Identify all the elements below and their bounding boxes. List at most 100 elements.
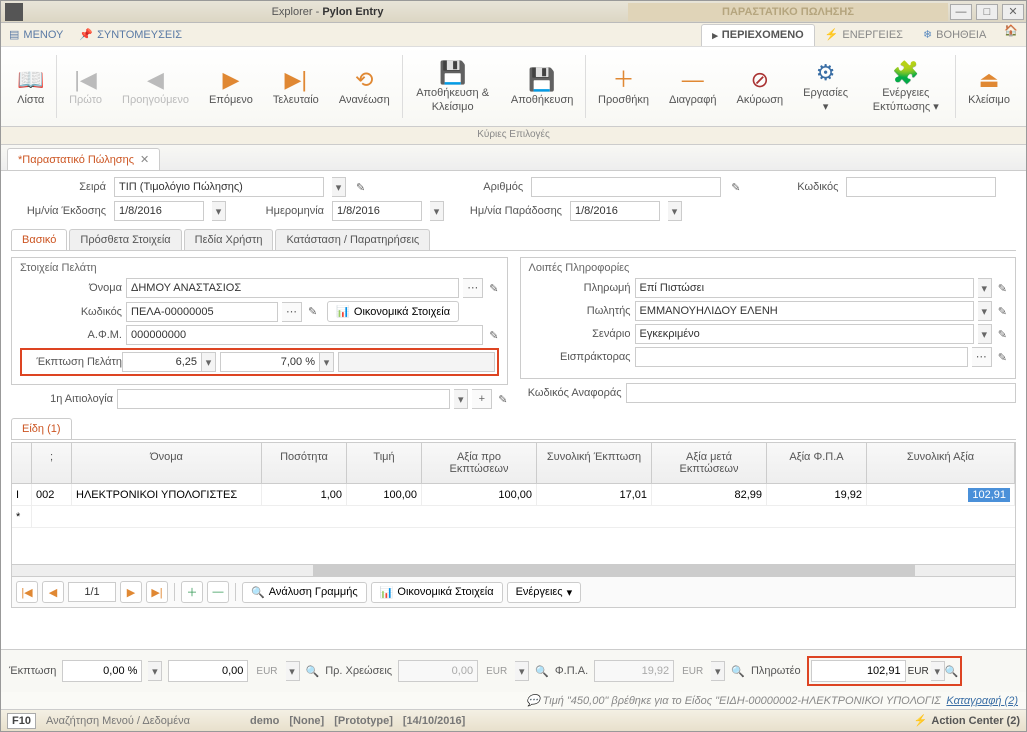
pin-icon[interactable]: ✎ [998,328,1007,341]
prev-dd[interactable]: ▾ [515,661,529,681]
reason-input[interactable] [117,389,450,409]
date-dropdown[interactable]: ▾ [430,201,444,221]
subtab-extra[interactable]: Πρόσθετα Στοιχεία [69,229,181,250]
new-row[interactable]: * [12,506,1015,528]
pin-icon[interactable]: ✎ [498,393,507,406]
pin-icon[interactable]: ✎ [356,181,365,194]
search-icon[interactable]: 🔍 [306,665,320,678]
issue-date-input[interactable] [114,201,204,221]
financial-data-button[interactable]: 📊Οικονομικά Στοιχεία [327,301,459,322]
nav-last-button[interactable]: ▶| [146,581,168,603]
cell-code[interactable]: 002 [32,484,72,505]
afm-input[interactable] [126,325,483,345]
disc2-dropdown[interactable]: ▾ [320,352,334,372]
qty-col[interactable]: Ποσότητα [262,443,347,483]
code-input[interactable] [846,177,996,197]
minimize-button[interactable]: — [950,4,972,20]
series-input[interactable] [114,177,324,197]
issue-date-dropdown[interactable]: ▾ [212,201,226,221]
maximize-button[interactable]: □ [976,4,998,20]
list-button[interactable]: 📖Λίστα [7,51,54,122]
f10-badge[interactable]: F10 [7,713,36,729]
disc-col[interactable]: Συνολική Έκπτωση [537,443,652,483]
nav-first-button[interactable]: |◀ [16,581,38,603]
first-button[interactable]: |◀Πρώτο [59,51,112,122]
cust-disc1-input[interactable] [122,352,202,372]
pin-icon[interactable]: ✎ [489,282,498,295]
pin-icon[interactable]: ✎ [308,305,317,318]
add-button[interactable]: ＋Προσθήκη [588,51,659,122]
refcode-input[interactable] [626,383,1017,403]
total-col[interactable]: Συνολική Αξία [867,443,1015,483]
cust-disc2-input[interactable] [220,352,320,372]
lookup-icon[interactable]: ⋯ [972,347,992,367]
tot-payable[interactable] [811,660,906,682]
payment-input[interactable] [635,278,974,298]
add-icon[interactable]: + [472,389,492,409]
search-icon[interactable]: 🔍 [535,665,549,678]
financial-button[interactable]: 📊Οικονομικά Στοιχεία [371,582,503,603]
subtab-status[interactable]: Κατάσταση / Παρατηρήσεις [275,229,430,250]
vat-col[interactable]: Αξία Φ.Π.Α [767,443,867,483]
nav-next-button[interactable]: ▶ [120,581,142,603]
reason-dropdown[interactable]: ▾ [454,389,468,409]
cell-name[interactable]: ΗΛΕΚΤΡΟΝΙΚΟΙ ΥΠΟΛΟΓΙΣΤΕΣ [72,484,262,505]
status-search[interactable]: Αναζήτηση Μενού / Δεδομένα [46,715,190,727]
subtab-basic[interactable]: Βασικό [11,229,67,250]
analyze-line-button[interactable]: 🔍Ανάλυση Γραμμής [242,582,367,603]
pin-icon[interactable]: ✎ [998,305,1007,318]
table-row[interactable]: I 002 ΗΛΕΚΤΡΟΝΙΚΟΙ ΥΠΟΛΟΓΙΣΤΕΣ 1,00 100,… [12,484,1015,506]
action-center[interactable]: ⚡ Action Center (2) [914,714,1020,727]
cust-name-input[interactable] [126,278,459,298]
delivery-date-dropdown[interactable]: ▾ [668,201,682,221]
tot-disc-amt[interactable] [168,660,248,682]
close-window-button[interactable]: ✕ [1002,4,1024,20]
document-tab[interactable]: *Παραστατικό Πώλησης ✕ [7,148,160,170]
tot-disc-pct[interactable] [62,660,142,682]
scenario-input[interactable] [635,324,974,344]
add-row-button[interactable]: ＋ [181,581,203,603]
date-input[interactable] [332,201,422,221]
name-col[interactable]: Όνομα [72,443,262,483]
delivery-date-input[interactable] [570,201,660,221]
disc-pct-dd[interactable]: ▾ [148,661,162,681]
save-close-button[interactable]: 💾Αποθήκευση & Κλείσιμο [404,51,501,122]
scenario-dropdown[interactable]: ▾ [978,324,992,344]
payable-dd[interactable]: ▾ [931,661,945,681]
payment-dropdown[interactable]: ▾ [978,278,992,298]
refresh-button[interactable]: ⟲Ανανέωση [329,51,400,122]
shortcuts-button[interactable]: 📌 ΣΥΝΤΟΜΕΥΣΕΙΣ [79,28,182,41]
home-icon[interactable]: 🏠 [1004,24,1018,46]
pre-col[interactable]: Αξία προ Εκπτώσεων [422,443,537,483]
cust-disc-extra[interactable] [338,352,495,372]
search-icon[interactable]: 🔍 [945,665,959,678]
tab-content[interactable]: ▸ ΠΕΡΙΕΧΟΜΕΝΟ [701,24,814,46]
pin-icon[interactable]: ✎ [998,351,1007,364]
lookup-icon[interactable]: ⋯ [463,278,483,298]
actions-button[interactable]: Ενέργειες ▾ [507,582,582,603]
cell-pre[interactable]: 100,00 [422,484,537,505]
cell-vat[interactable]: 19,92 [767,484,867,505]
lookup-icon[interactable]: ⋯ [282,302,302,322]
prev-button[interactable]: ◀Προηγούμενο [112,51,199,122]
tab-actions[interactable]: ⚡ ΕΝΕΡΓΕΙΕΣ [815,24,913,46]
collector-input[interactable] [635,347,968,367]
code-col[interactable]: ; [32,443,72,483]
nav-prev-button[interactable]: ◀ [42,581,64,603]
cancel-button[interactable]: ⊘Ακύρωση [727,51,794,122]
cell-disc[interactable]: 17,01 [537,484,652,505]
pin-icon[interactable]: ✎ [998,282,1007,295]
cell-qty[interactable]: 1,00 [262,484,347,505]
search-icon[interactable]: 🔍 [731,665,745,678]
series-dropdown[interactable]: ▾ [332,177,346,197]
remove-row-button[interactable]: — [207,581,229,603]
works-button[interactable]: ⚙Εργασίες ▾ [793,51,858,122]
cell-post[interactable]: 82,99 [652,484,767,505]
subtab-userfields[interactable]: Πεδία Χρήστη [184,229,274,250]
pin-icon[interactable]: ✎ [731,181,740,194]
post-col[interactable]: Αξία μετά Εκπτώσεων [652,443,767,483]
cust-code-input[interactable] [126,302,278,322]
print-actions-button[interactable]: 🧩Ενέργειες Εκτύπωσης ▾ [858,51,953,122]
page-input[interactable] [68,582,116,602]
menu-button[interactable]: ▤ ΜΕΝΟΥ [9,28,63,41]
